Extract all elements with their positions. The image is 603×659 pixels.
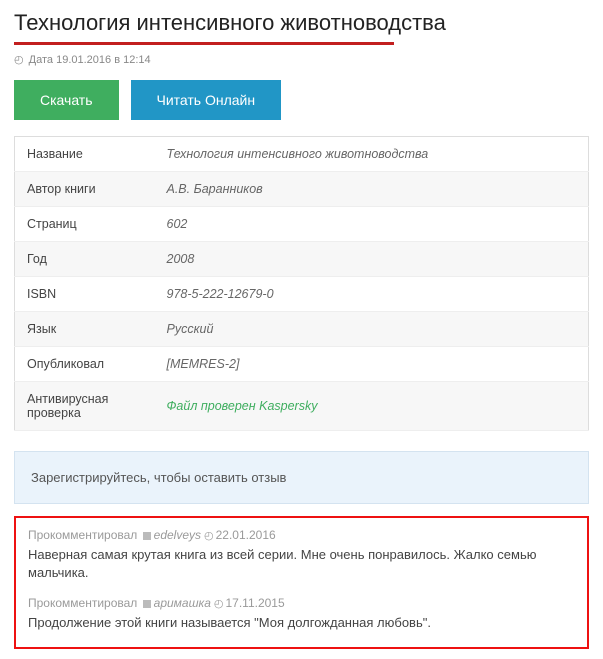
- publish-date: ◴ Дата 19.01.2016 в 12:14: [14, 53, 589, 66]
- info-value: Технология интенсивного животноводства: [155, 137, 589, 172]
- comment-author[interactable]: edelveys: [154, 528, 201, 542]
- table-row: Антивирусная проверкаФайл проверен Kaspe…: [15, 382, 589, 431]
- info-value: 978‐5‐222‐12679‐0: [155, 277, 589, 312]
- date-prefix: Дата: [29, 54, 53, 66]
- clock-icon: ◴: [214, 598, 224, 610]
- date-value: 19.01.2016 в 12:14: [56, 54, 151, 66]
- comment: Прокомментировал аримашка◴17.11.2015 Прод…: [28, 596, 575, 632]
- user-icon: [143, 600, 151, 608]
- comment-text: Наверная самая крутая книга из всей сери…: [28, 546, 575, 582]
- info-value: 602: [155, 207, 589, 242]
- info-label: Опубликовал: [15, 347, 155, 382]
- clock-icon: ◴: [204, 530, 214, 542]
- info-label: Год: [15, 242, 155, 277]
- comment: Прокомментировал edelveys◴22.01.2016 Наве…: [28, 528, 575, 582]
- page-title: Технология интенсивного животноводства: [14, 10, 589, 40]
- comment-meta: Прокомментировал аримашка◴17.11.2015: [28, 596, 575, 610]
- info-value: Файл проверен Kaspersky: [155, 382, 589, 431]
- info-label: Автор книги: [15, 172, 155, 207]
- info-value: А.В. Баранников: [155, 172, 589, 207]
- table-row: ISBN978‐5‐222‐12679‐0: [15, 277, 589, 312]
- comment-text: Продолжение этой книги называется "Моя д…: [28, 614, 575, 632]
- clock-icon: ◴: [14, 54, 24, 66]
- download-button[interactable]: Скачать: [14, 80, 119, 120]
- comments-section: Прокомментировал edelveys◴22.01.2016Наве…: [14, 516, 589, 649]
- comment-prefix: Прокомментировал: [28, 528, 137, 542]
- info-value: [MEMRES‐2]: [155, 347, 589, 382]
- table-row: Страниц602: [15, 207, 589, 242]
- action-buttons: Скачать Читать Онлайн: [14, 80, 589, 120]
- info-label: Название: [15, 137, 155, 172]
- comment-date: 22.01.2016: [216, 528, 276, 542]
- table-row: Год2008: [15, 242, 589, 277]
- register-prompt[interactable]: Зарегистрируйтесь, чтобы оставить отзыв: [14, 451, 589, 504]
- info-label: Антивирусная проверка: [15, 382, 155, 431]
- table-row: Опубликовал[MEMRES‐2]: [15, 347, 589, 382]
- info-table: НазваниеТехнология интенсивного животнов…: [14, 136, 589, 431]
- comment-prefix: Прокомментировал: [28, 596, 137, 610]
- user-icon: [143, 532, 151, 540]
- comment-meta: Прокомментировал edelveys◴22.01.2016: [28, 528, 575, 542]
- table-row: ЯзыкРусский: [15, 312, 589, 347]
- info-label: ISBN: [15, 277, 155, 312]
- read-online-button[interactable]: Читать Онлайн: [131, 80, 282, 120]
- comment-author[interactable]: аримашка: [154, 596, 211, 610]
- comment-date: 17.11.2015: [225, 596, 284, 610]
- table-row: Автор книгиА.В. Баранников: [15, 172, 589, 207]
- table-row: НазваниеТехнология интенсивного животнов…: [15, 137, 589, 172]
- info-label: Язык: [15, 312, 155, 347]
- title-underline: [14, 42, 394, 45]
- info-label: Страниц: [15, 207, 155, 242]
- info-value: 2008: [155, 242, 589, 277]
- info-value: Русский: [155, 312, 589, 347]
